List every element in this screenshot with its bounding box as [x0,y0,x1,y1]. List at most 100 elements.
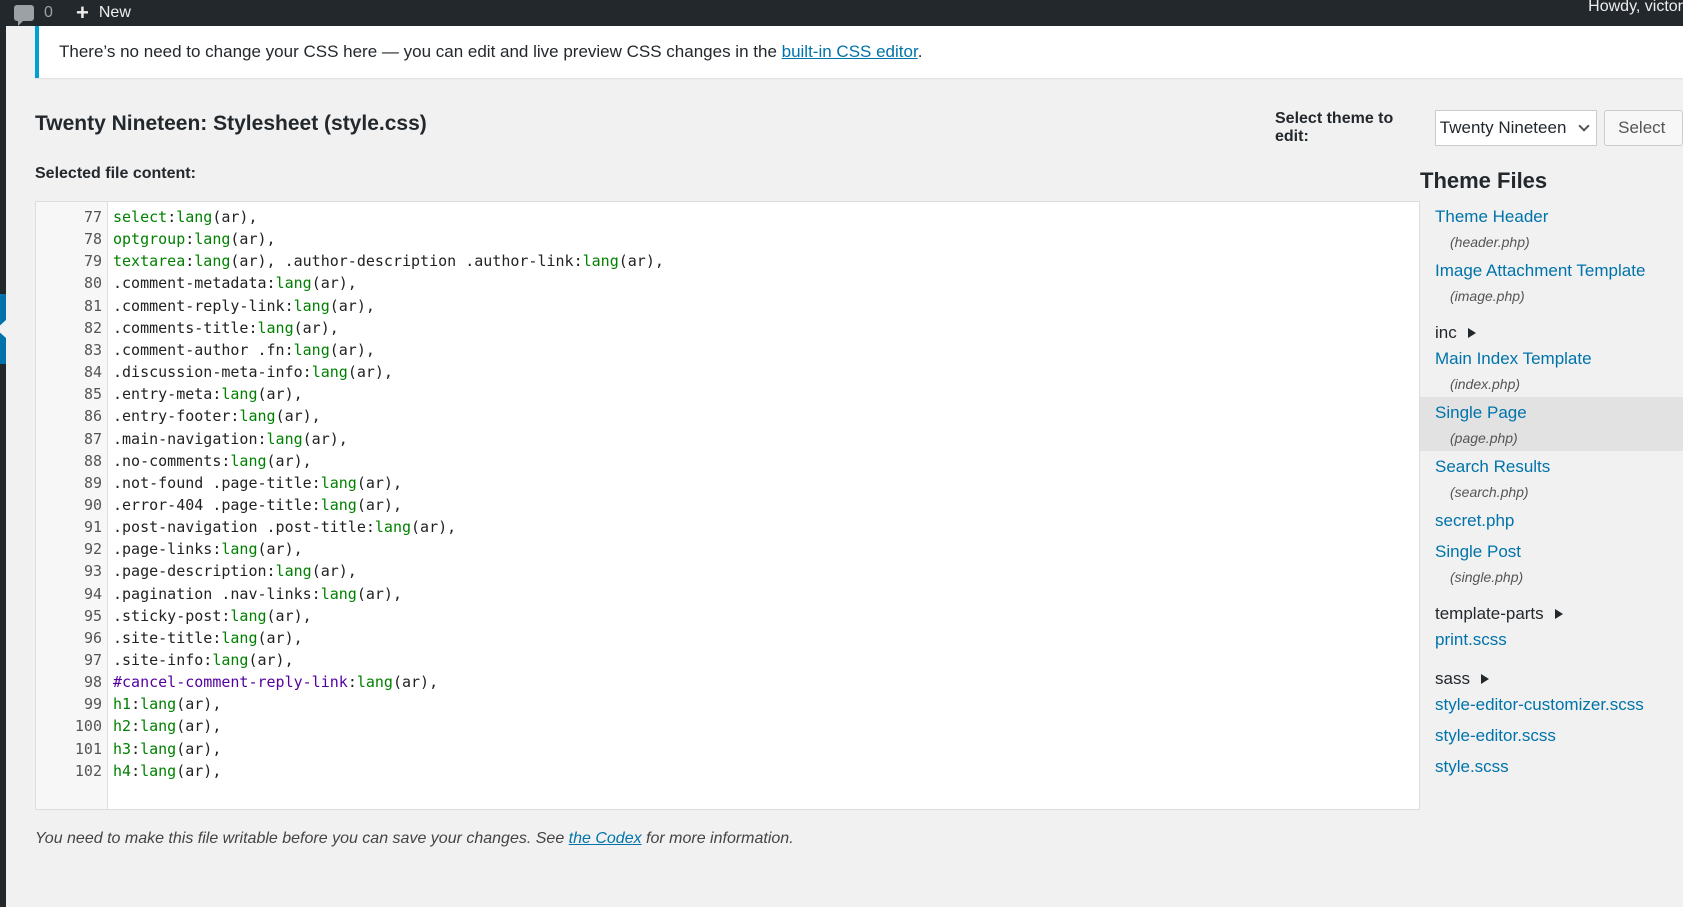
theme-folder-sass[interactable]: sass [1420,669,1683,689]
line-number: 87 [83,429,102,448]
code-text: .comment-metadata:lang(ar), [113,271,357,295]
theme-file-item[interactable]: Main Index Template (index.php) [1420,343,1683,397]
line-number: 91 [83,518,102,537]
code-token: lang [320,584,357,603]
line-number: 80 [83,274,102,293]
code-text: .entry-meta:lang(ar), [113,382,303,406]
code-text: textarea:lang(ar), .author-description .… [113,249,664,273]
code-token: h4 [113,761,132,780]
theme-file-link[interactable]: Search Results [1435,457,1683,477]
code-token: (ar), [329,296,375,315]
line-number: 92 [83,540,102,559]
code-token: (ar), [356,495,402,514]
code-token: lang [221,385,258,404]
code-token: lang [293,340,330,359]
line-number: 79 [83,252,102,271]
code-text: .not-found .page-title:lang(ar), [113,471,402,495]
line-number: 100 [74,717,102,736]
code-token: lang [230,451,267,470]
code-token: lang [266,429,303,448]
line-number: 95 [83,606,102,625]
code-token: lang [221,540,258,559]
theme-file-link[interactable]: style.scss [1435,757,1683,777]
code-editor[interactable]: 77 select:lang(ar), 78 optgroup:lang(ar), 79… [35,201,1420,810]
code-token: lang [582,252,619,271]
theme-file-link[interactable]: style-editor-customizer.scss [1435,695,1683,715]
select-button[interactable]: Select [1604,110,1683,146]
code-token: lang [320,473,357,492]
theme-file-filename: (header.php) [1450,234,1530,250]
theme-select[interactable]: Twenty Nineteen [1434,110,1598,146]
theme-file-item[interactable]: style-editor-customizer.scss [1420,689,1683,720]
theme-folder-template-parts[interactable]: template-parts [1420,604,1683,624]
css-editor-link[interactable]: built-in CSS editor [782,42,918,61]
line-number: 89 [83,473,102,492]
code-token: .not-found .page-title: [113,473,321,492]
line-number: 82 [83,318,102,337]
line-number: 96 [83,628,102,647]
code-token: lang [257,318,294,337]
theme-file-item[interactable]: secret.php [1420,505,1683,536]
codex-link[interactable]: the Codex [569,830,642,847]
code-text: h3:lang(ar), [113,737,221,761]
new-content-menu[interactable]: + New [76,0,131,26]
code-token: (ar), [176,761,222,780]
code-token: .comment-author .fn: [113,340,294,359]
code-token: .page-description: [113,562,276,581]
writable-notice-text: You need to make this file writable befo… [35,830,569,847]
code-token: (ar), [293,318,339,337]
theme-file-filename: (page.php) [1450,430,1518,446]
comments-menu[interactable]: 0 [14,0,53,26]
code-token: .page-links: [113,540,222,559]
code-token: lang [275,274,312,293]
code-token: lang [194,252,231,271]
theme-file-item[interactable]: style-editor.scss [1420,720,1683,751]
code-token: lang [176,208,213,226]
theme-select-value: Twenty Nineteen [1439,118,1567,137]
theme-file-filename: (index.php) [1450,376,1521,392]
code-token: h2 [113,717,132,736]
code-text: .pagination .nav-links:lang(ar), [113,582,402,606]
code-token: (ar), [347,363,393,382]
theme-file-link[interactable]: secret.php [1435,511,1683,531]
theme-file-item[interactable]: style.scss [1420,751,1683,782]
theme-file-item[interactable]: Image Attachment Template (image.php) [1420,255,1683,309]
theme-file-link[interactable]: Theme Header [1435,207,1683,227]
new-label: New [98,4,131,21]
theme-file-link[interactable]: style-editor.scss [1435,726,1683,746]
theme-file-link[interactable]: Single Post [1435,542,1683,562]
code-token: lang [140,717,177,736]
code-token: lang [293,296,330,315]
theme-file-item[interactable]: print.scss [1420,624,1683,655]
collapse-menu-arrow-icon[interactable] [0,294,6,364]
line-number: 101 [74,739,102,758]
code-token: (ar), [275,407,321,426]
line-number: 90 [83,495,102,514]
code-token: .site-title: [113,628,222,647]
code-text: h4:lang(ar), [113,759,221,783]
code-token: lang [230,606,267,625]
theme-file-link[interactable]: Single Page [1435,403,1683,423]
code-token: : [167,208,177,226]
code-text: .sticky-post:lang(ar), [113,604,312,628]
code-token: lang [140,739,177,758]
theme-file-item[interactable]: Theme Header (header.php) [1420,201,1683,255]
theme-file-item[interactable]: Search Results (search.php) [1420,451,1683,505]
theme-file-item[interactable]: Single Page (page.php) [1420,397,1683,451]
account-menu[interactable]: Howdy, victor [1588,0,1683,26]
theme-folder-inc[interactable]: inc [1420,323,1683,343]
admin-menu-edge [0,26,6,907]
code-text: .post-navigation .post-title:lang(ar), [113,515,456,539]
code-token: (ar), [176,739,222,758]
theme-file-link[interactable]: Main Index Template [1435,349,1683,369]
code-token: .error-404 .page-title: [113,495,321,514]
chevron-down-icon [1578,120,1590,132]
theme-file-item[interactable]: Single Post (single.php) [1420,536,1683,590]
theme-file-link[interactable]: print.scss [1435,630,1683,650]
theme-file-link[interactable]: Image Attachment Template [1435,261,1683,281]
code-token: lang [194,230,231,249]
theme-file-filename: (image.php) [1450,288,1525,304]
expand-triangle-icon [1554,609,1563,619]
code-token: lang [275,562,312,581]
code-token: : [347,673,357,692]
